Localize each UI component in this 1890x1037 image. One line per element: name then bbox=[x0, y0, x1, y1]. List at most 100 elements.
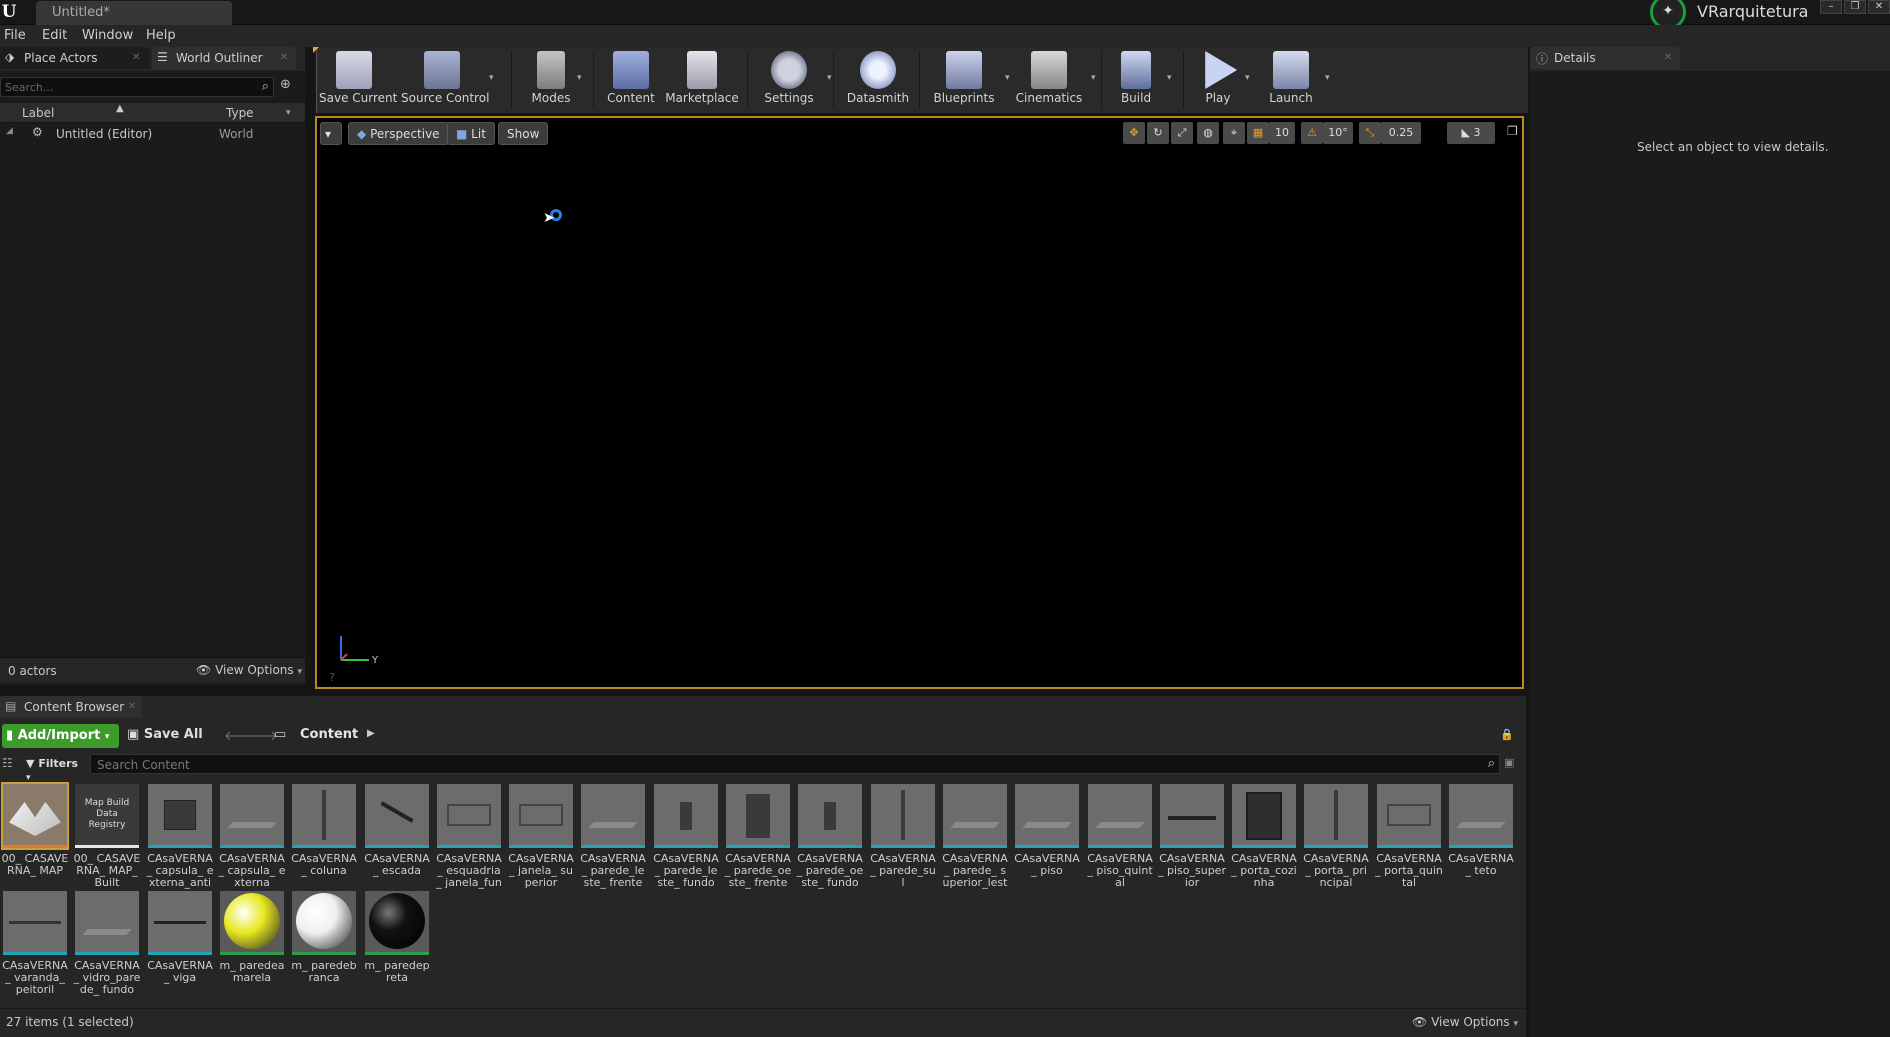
rotation-snap-value[interactable]: 10° bbox=[1323, 122, 1353, 144]
modes-button[interactable]: Modes ▾ bbox=[521, 47, 582, 113]
view-options-button[interactable]: 👁 View Options ▾ bbox=[196, 663, 302, 677]
path-breadcrumb-content[interactable]: Content bbox=[300, 727, 358, 742]
menu-file[interactable]: File bbox=[4, 28, 26, 43]
dropdown-arrow-icon[interactable]: ▾ bbox=[577, 73, 582, 83]
rotation-snap-icon[interactable]: ⚠ bbox=[1301, 122, 1323, 144]
menu-help[interactable]: Help bbox=[146, 28, 176, 43]
help-icon[interactable]: ? bbox=[329, 671, 335, 684]
close-tab-icon[interactable]: ✕ bbox=[1664, 52, 1672, 63]
grid-snap-icon[interactable]: ▦ bbox=[1247, 122, 1269, 144]
asset-tile[interactable]: CAsaVERNA_ piso bbox=[1013, 784, 1081, 888]
outliner-search-input[interactable]: Search... ⌕ bbox=[0, 77, 274, 97]
asset-tile[interactable]: CAsaVERNA_ viga bbox=[146, 891, 214, 995]
menu-window[interactable]: Window bbox=[82, 28, 133, 43]
asset-tile[interactable]: CAsaVERNA_ capsula_ externa bbox=[218, 784, 286, 889]
save-all-button[interactable]: ▣ Save All bbox=[127, 727, 203, 742]
viewport-options-button[interactable]: ▾ bbox=[320, 122, 342, 145]
tab-world-outliner[interactable]: ☰ World Outliner ✕ bbox=[152, 47, 296, 69]
tab-details[interactable]: ⓘ Details ✕ bbox=[1530, 47, 1680, 69]
level-viewport[interactable]: ▾ ◆ Perspective ■ Lit Show ✥ ↻ ⤢ ◍ ⌖ ▦ 1… bbox=[315, 116, 1524, 689]
expand-arrow-icon[interactable]: ◢ bbox=[6, 126, 13, 136]
close-tab-icon[interactable]: ✕ bbox=[128, 701, 136, 712]
scale-snap-icon[interactable]: ⤡ bbox=[1359, 122, 1381, 144]
build-button[interactable]: Build ▾ bbox=[1111, 47, 1172, 113]
save-current-button[interactable]: Save Current bbox=[319, 47, 397, 113]
dropdown-arrow-icon[interactable]: ▾ bbox=[827, 73, 832, 83]
surface-snap-icon[interactable]: ⌖ bbox=[1223, 122, 1245, 144]
asset-tile[interactable]: CAsaVERNA_ porta_ principal bbox=[1302, 784, 1370, 889]
asset-tile[interactable]: CAsaVERNA_ coluna bbox=[290, 784, 358, 888]
asset-tile[interactable]: Map Build Data Registry 00_ CASAVERNA_ MA… bbox=[73, 784, 141, 889]
path-chevron-icon[interactable]: ▶ bbox=[367, 728, 375, 739]
column-type[interactable]: Type bbox=[226, 106, 254, 120]
asset-tile[interactable]: CAsaVERNA_ parede_oeste_ fundo bbox=[796, 784, 864, 889]
asset-tile[interactable]: CAsaVERNA_ parede_ superior_leste bbox=[941, 784, 1009, 889]
asset-tile[interactable]: 00_ CASAVERNA_ MAP bbox=[1, 782, 69, 888]
asset-tile[interactable]: CAsaVERNA_ porta_quintal bbox=[1375, 784, 1443, 889]
sources-toggle-icon[interactable]: ☷ bbox=[2, 756, 13, 770]
minimize-button[interactable]: – bbox=[1820, 0, 1842, 14]
show-button[interactable]: Show bbox=[498, 122, 549, 145]
tab-place-actors[interactable]: ⬗ Place Actors ✕ bbox=[0, 47, 150, 69]
dropdown-arrow-icon[interactable]: ▾ bbox=[489, 73, 494, 83]
scale-icon[interactable]: ⤢ bbox=[1171, 122, 1193, 144]
menu-edit[interactable]: Edit bbox=[42, 28, 67, 43]
column-label[interactable]: Label bbox=[22, 106, 54, 120]
dropdown-arrow-icon[interactable]: ▾ bbox=[1167, 73, 1172, 83]
camera-speed-button[interactable]: ◣ 3 bbox=[1447, 122, 1495, 144]
asset-tile[interactable]: CAsaVERNA_ parede_leste_ frente bbox=[579, 784, 647, 889]
asset-tile[interactable]: m_ paredepreta bbox=[363, 891, 431, 995]
asset-tile[interactable]: CAsaVERNA_ capsula_ externa_anti bbox=[146, 784, 214, 889]
asset-tile[interactable]: CAsaVERNA_ parede_sul bbox=[869, 784, 937, 889]
save-search-icon[interactable]: ▣ bbox=[1504, 756, 1514, 769]
asset-tile[interactable]: CAsaVERNA_ escada bbox=[363, 784, 431, 888]
maximize-button[interactable]: ❐ bbox=[1844, 0, 1866, 14]
rotate-icon[interactable]: ↻ bbox=[1147, 122, 1169, 144]
outliner-row[interactable]: ◢ ⚙ Untitled (Editor) World bbox=[0, 123, 305, 143]
outliner-options-icon[interactable]: ⊕ bbox=[280, 77, 291, 92]
asset-tile[interactable]: CAsaVERNA_ janela_ superior bbox=[507, 784, 575, 889]
asset-tile[interactable]: CAsaVERNA_ vidro_parede_ fundo bbox=[73, 891, 141, 996]
asset-tile[interactable]: CAsaVERNA_ parede_leste_ fundo bbox=[652, 784, 720, 889]
marketplace-button[interactable]: Marketplace bbox=[663, 47, 741, 113]
lock-icon[interactable]: 🔒 bbox=[1500, 728, 1514, 741]
asset-tile[interactable]: CAsaVERNA_ varanda_ peitoril bbox=[1, 891, 69, 996]
asset-tile[interactable]: m_ paredebranca bbox=[290, 891, 358, 995]
world-space-icon[interactable]: ◍ bbox=[1197, 122, 1219, 144]
close-button[interactable]: ✕ bbox=[1868, 0, 1890, 14]
settings-button[interactable]: Settings ▾ bbox=[757, 47, 832, 113]
document-tab[interactable]: Untitled* bbox=[36, 1, 232, 25]
asset-tile[interactable]: CAsaVERNA_ teto bbox=[1447, 784, 1515, 888]
translate-icon[interactable]: ✥ bbox=[1123, 122, 1145, 144]
forward-arrow-icon[interactable]: 🡒 bbox=[243, 728, 278, 744]
cinematics-button[interactable]: Cinematics ▾ bbox=[1013, 47, 1096, 113]
launch-button[interactable]: Launch ▾ bbox=[1263, 47, 1330, 113]
asset-tile[interactable]: CAsaVERNA_ piso_superior bbox=[1158, 784, 1226, 889]
tab-content-browser[interactable]: ▤ Content Browser ✕ bbox=[0, 696, 142, 718]
content-button[interactable]: Content bbox=[604, 47, 658, 113]
add-import-button[interactable]: ▮ Add/Import ▾ bbox=[2, 724, 119, 748]
content-search-input[interactable]: Search Content ⌕ bbox=[90, 754, 1500, 774]
asset-tile[interactable]: CAsaVERNA_ parede_oeste_ frente bbox=[724, 784, 792, 889]
cb-view-options-button[interactable]: 👁 View Options ▾ bbox=[1412, 1015, 1518, 1029]
blueprints-button[interactable]: Blueprints ▾ bbox=[929, 47, 1010, 113]
column-options-icon[interactable]: ▾ bbox=[286, 108, 291, 118]
asset-tile[interactable]: CAsaVERNA_ esquadria_ janela_fundo bbox=[435, 784, 503, 889]
dropdown-arrow-icon[interactable]: ▾ bbox=[1325, 73, 1330, 83]
play-button[interactable]: Play ▾ bbox=[1193, 47, 1250, 113]
dropdown-arrow-icon[interactable]: ▾ bbox=[1091, 73, 1096, 83]
datasmith-button[interactable]: Datasmith bbox=[843, 47, 913, 113]
asset-tile[interactable]: CAsaVERNA_ porta_cozinha bbox=[1230, 784, 1298, 889]
filters-button[interactable]: ▼ Filters ▾ bbox=[22, 754, 86, 783]
scale-snap-value[interactable]: 0.25 bbox=[1381, 122, 1421, 144]
dropdown-arrow-icon[interactable]: ▾ bbox=[1245, 73, 1250, 83]
perspective-button[interactable]: ◆ Perspective bbox=[348, 122, 449, 145]
maximize-viewport-icon[interactable]: ❐ bbox=[1507, 124, 1518, 138]
lit-button[interactable]: ■ Lit bbox=[447, 122, 495, 145]
asset-tile[interactable]: m_ paredeamarela bbox=[218, 891, 286, 995]
grid-snap-value[interactable]: 10 bbox=[1269, 122, 1295, 144]
close-tab-icon[interactable]: ✕ bbox=[280, 52, 288, 63]
dropdown-arrow-icon[interactable]: ▾ bbox=[1005, 73, 1010, 83]
close-tab-icon[interactable]: ✕ bbox=[132, 52, 140, 63]
source-control-button[interactable]: Source Control ▾ bbox=[401, 47, 494, 113]
